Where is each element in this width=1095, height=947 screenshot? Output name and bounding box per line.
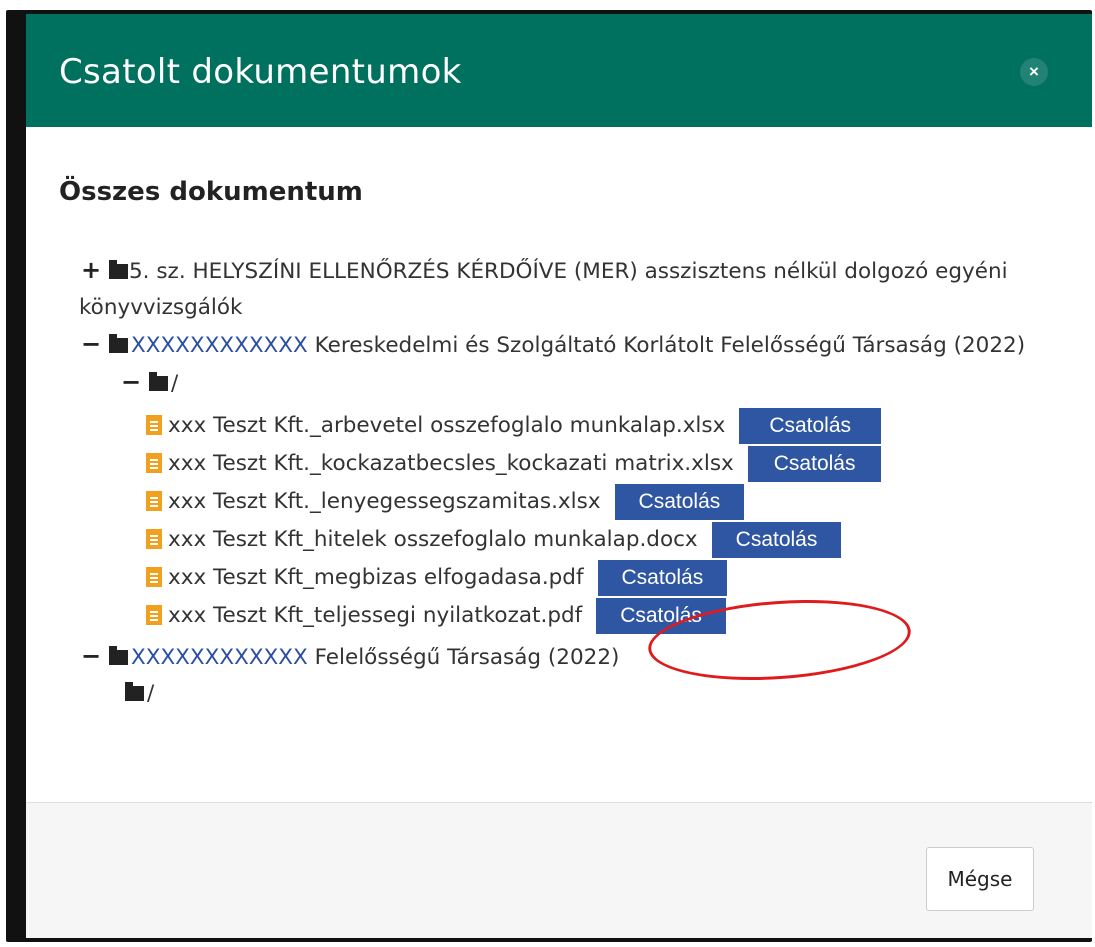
- collapse-icon[interactable]: −: [121, 364, 145, 400]
- tree-node-root-folder: − /: [81, 364, 1066, 402]
- close-button[interactable]: ×: [1020, 58, 1048, 86]
- redacted-name: XXXXXXXXXXXX: [131, 645, 308, 670]
- file-icon: [146, 415, 162, 435]
- folder-icon: [125, 682, 144, 701]
- document-tree: +5. sz. HELYSZÍNI ELLENŐRZÉS KÉRDŐÍVE (M…: [79, 252, 1066, 712]
- tree-node-company-1: − XXXXXXXXXXXX Kereskedelmi és Szolgáltat…: [81, 326, 1066, 364]
- folder-icon: [109, 334, 128, 353]
- file-icon: [146, 605, 162, 625]
- cancel-button[interactable]: Mégse: [926, 847, 1034, 911]
- attached-documents-dialog: Csatolt dokumentumok × Összes dokumentum…: [26, 14, 1092, 938]
- file-icon: [146, 453, 162, 473]
- file-name: xxx Teszt Kft._arbevetel osszefoglalo mu…: [168, 413, 726, 438]
- folder-icon: [149, 372, 168, 391]
- dialog-header: Csatolt dokumentumok ×: [26, 14, 1092, 127]
- file-name: xxx Teszt Kft_megbizas elfogadasa.pdf: [168, 565, 584, 590]
- file-row: xxx Teszt Kft_teljessegi nyilatkozat.pdf…: [81, 598, 1066, 634]
- folder-label[interactable]: /: [147, 681, 154, 706]
- collapse-icon[interactable]: −: [81, 326, 105, 362]
- attach-button[interactable]: Csatolás: [596, 598, 726, 634]
- dialog-footer: Mégse: [26, 802, 1092, 938]
- tree-node-label[interactable]: Felelősségű Társaság (2022): [308, 645, 620, 670]
- file-icon: [146, 529, 162, 549]
- attach-button[interactable]: Csatolás: [747, 446, 882, 482]
- folder-label[interactable]: /: [171, 371, 178, 396]
- dialog-title: Csatolt dokumentumok: [59, 52, 462, 92]
- file-name: xxx Teszt Kft_hitelek osszefoglalo munka…: [168, 527, 698, 552]
- file-row: xxx Teszt Kft._lenyegessegszamitas.xlsx C…: [81, 484, 1066, 520]
- redacted-name: XXXXXXXXXXXX: [131, 333, 308, 358]
- file-name: xxx Teszt Kft._kockazatbecsles_kockazati…: [168, 451, 734, 476]
- tree-node-root-folder: /: [81, 676, 1066, 712]
- section-title: Összes dokumentum: [59, 177, 363, 207]
- file-name: xxx Teszt Kft._lenyegessegszamitas.xlsx: [168, 489, 601, 514]
- tree-node-label[interactable]: Kereskedelmi és Szolgáltató Korlátolt Fe…: [308, 333, 1026, 358]
- attach-button[interactable]: Csatolás: [597, 560, 728, 596]
- expand-icon[interactable]: +: [81, 252, 105, 288]
- file-row: xxx Teszt Kft_hitelek osszefoglalo munka…: [81, 522, 1066, 558]
- folder-icon: [109, 260, 128, 279]
- dialog-body: Összes dokumentum +5. sz. HELYSZÍNI ELLE…: [26, 127, 1092, 802]
- folder-icon: [109, 646, 128, 665]
- file-row: xxx Teszt Kft._kockazatbecsles_kockazati…: [81, 446, 1066, 482]
- attach-button[interactable]: Csatolás: [711, 522, 842, 558]
- file-icon: [146, 491, 162, 511]
- attach-button[interactable]: Csatolás: [614, 484, 745, 520]
- tree-node-company-2: − XXXXXXXXXXXX Felelősségű Társaság (2022…: [81, 638, 1066, 676]
- file-row: xxx Teszt Kft_megbizas elfogadasa.pdf Csa…: [81, 560, 1066, 596]
- file-row: xxx Teszt Kft._arbevetel osszefoglalo mu…: [81, 408, 1066, 444]
- file-name: xxx Teszt Kft_teljessegi nyilatkozat.pdf: [168, 603, 583, 628]
- tree-node-questionnaire: +5. sz. HELYSZÍNI ELLENŐRZÉS KÉRDŐÍVE (M…: [79, 252, 1066, 326]
- tree-node-label[interactable]: 5. sz. HELYSZÍNI ELLENŐRZÉS KÉRDŐÍVE (ME…: [79, 259, 1008, 320]
- attach-button[interactable]: Csatolás: [739, 408, 882, 444]
- collapse-icon[interactable]: −: [81, 638, 105, 674]
- file-icon: [146, 567, 162, 587]
- close-icon: ×: [1029, 62, 1039, 81]
